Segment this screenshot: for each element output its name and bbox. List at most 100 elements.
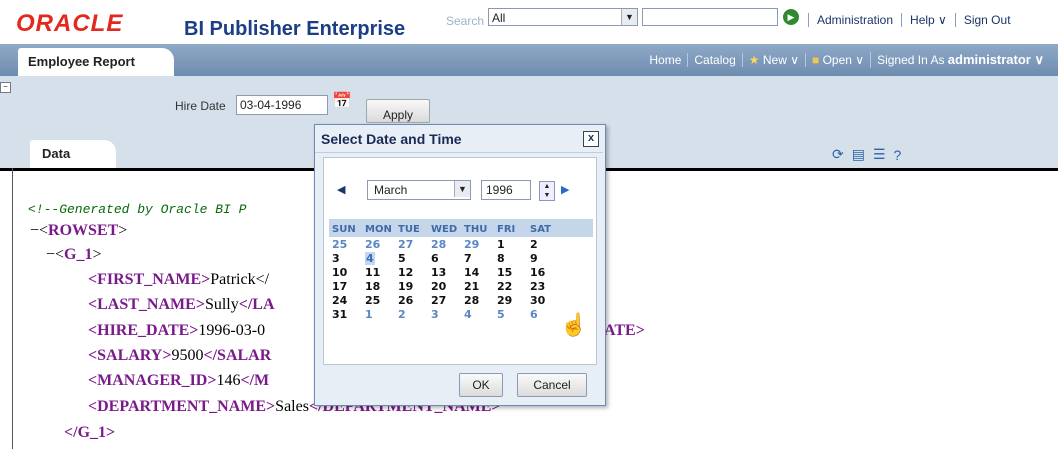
calendar-day[interactable]: 25 — [362, 293, 395, 307]
calendar-day[interactable]: 29 — [494, 293, 527, 307]
help-icon[interactable]: ? — [894, 147, 902, 163]
calendar-day[interactable]: 4 — [362, 251, 395, 265]
open-menu[interactable]: ■ Open ∨ — [804, 53, 870, 67]
calendar-day[interactable]: 23 — [527, 279, 560, 293]
tag-hire-date: HIRE_DATE — [97, 322, 190, 339]
calendar-day[interactable]: 10 — [329, 265, 362, 279]
calendar-day[interactable]: 11 — [362, 265, 395, 279]
collapse-icon[interactable]: − — [0, 82, 11, 93]
calendar-day[interactable]: 3 — [329, 251, 362, 265]
calendar-day[interactable]: 1 — [494, 237, 527, 251]
calendar-day[interactable]: 22 — [494, 279, 527, 293]
search-scope-select[interactable]: All ▼ — [488, 8, 638, 26]
calendar-day[interactable]: 28 — [461, 293, 494, 307]
next-month-icon[interactable]: ▶ — [561, 183, 569, 196]
calendar-icon[interactable]: 📅 — [332, 91, 352, 111]
calendar-day[interactable]: 21 — [461, 279, 494, 293]
help-menu[interactable]: Help ∨ — [901, 13, 955, 27]
calendar-day[interactable]: 9 — [527, 251, 560, 265]
calendar-day[interactable]: 4 — [461, 307, 494, 321]
year-input[interactable]: 1996 — [481, 180, 531, 200]
day-number: 29 — [464, 237, 480, 251]
value-salary: 9500 — [171, 347, 204, 364]
day-number: 3 — [431, 307, 439, 321]
new-menu[interactable]: ★ New ∨ — [741, 53, 805, 67]
calendar-day[interactable]: 12 — [395, 265, 428, 279]
calendar-day[interactable]: 7 — [461, 251, 494, 265]
search-input[interactable] — [642, 8, 778, 26]
calendar-day[interactable]: 19 — [395, 279, 428, 293]
cancel-button[interactable]: Cancel — [517, 373, 587, 397]
tab-employee-report[interactable]: Employee Report — [18, 48, 174, 76]
apply-button[interactable]: Apply — [366, 99, 430, 123]
calendar-day[interactable]: 20 — [428, 279, 461, 293]
calendar-week: 25 26 27 28 29 1 2 — [329, 237, 560, 251]
list-icon[interactable]: ☰ — [873, 146, 886, 163]
value-hire-date: 1996-03-0 — [198, 322, 266, 339]
year-spinner-icon[interactable]: ▲ ▼ — [539, 181, 555, 201]
catalog-link[interactable]: Catalog — [687, 53, 741, 67]
day-number: 14 — [464, 265, 480, 279]
calendar-day[interactable]: 27 — [395, 237, 428, 251]
calendar-day[interactable]: 18 — [362, 279, 395, 293]
calendar-day[interactable]: 25 — [329, 237, 362, 251]
sign-out-link[interactable]: Sign Out — [954, 13, 1019, 27]
day-number: 18 — [365, 279, 381, 293]
administration-link[interactable]: Administration — [808, 13, 901, 27]
calendar-day[interactable]: 2 — [395, 307, 428, 321]
day-number: 6 — [530, 307, 538, 321]
xml-tree-rule — [12, 168, 13, 449]
day-number: 28 — [431, 237, 447, 251]
weekday-header: THU — [464, 223, 488, 235]
calendar-day[interactable]: 15 — [494, 265, 527, 279]
weekday-header: TUE — [398, 223, 420, 235]
xml-salary: <SALARY>9500</SALAR — [88, 347, 272, 364]
calendar-day[interactable]: 5 — [494, 307, 527, 321]
xml-hire-date-close: ATE> — [604, 322, 645, 340]
day-number: 1 — [497, 237, 505, 251]
chevron-down-icon[interactable]: ▼ — [621, 9, 637, 25]
close-icon[interactable]: x — [583, 131, 599, 147]
day-number: 15 — [497, 265, 513, 279]
calendar-day[interactable]: 31 — [329, 307, 362, 321]
month-select[interactable]: March ▼ — [367, 180, 471, 200]
home-link[interactable]: Home — [643, 53, 687, 67]
search-go-icon[interactable]: ▶ — [783, 9, 799, 25]
calendar-day[interactable]: 29 — [461, 237, 494, 251]
calendar-day[interactable]: 26 — [395, 293, 428, 307]
export-icon[interactable]: ▤ — [852, 146, 865, 163]
day-number: 1 — [365, 307, 373, 321]
calendar-day[interactable]: 3 — [428, 307, 461, 321]
tab-data[interactable]: Data — [30, 140, 116, 168]
calendar-day[interactable]: 8 — [494, 251, 527, 265]
calendar-day[interactable]: 16 — [527, 265, 560, 279]
tag-department: DEPARTMENT_NAME — [97, 398, 267, 415]
calendar-day[interactable]: 6 — [527, 307, 560, 321]
hire-date-input[interactable]: 03-04-1996 — [236, 95, 328, 115]
calendar-day[interactable]: 24 — [329, 293, 362, 307]
calendar-day[interactable]: 28 — [428, 237, 461, 251]
calendar-day[interactable]: 5 — [395, 251, 428, 265]
calendar-day[interactable]: 13 — [428, 265, 461, 279]
prev-month-icon[interactable]: ◀ — [337, 183, 345, 196]
signed-in-label: Signed In As — [877, 53, 945, 67]
close-salary: </SALAR — [203, 347, 272, 364]
calendar-day[interactable]: 2 — [527, 237, 560, 251]
value-department: Sales — [275, 398, 309, 415]
calendar-day[interactable]: 27 — [428, 293, 461, 307]
calendar-day[interactable]: 26 — [362, 237, 395, 251]
calendar-day[interactable]: 6 — [428, 251, 461, 265]
day-number: 11 — [365, 265, 381, 279]
user-menu[interactable]: administrator ∨ — [948, 52, 1044, 67]
ok-button[interactable]: OK — [459, 373, 503, 397]
chevron-down-icon[interactable]: ▼ — [454, 181, 470, 197]
day-number: 12 — [398, 265, 414, 279]
calendar-day[interactable]: 30 — [527, 293, 560, 307]
xml-comment: <!--Generated by Oracle BI P — [28, 202, 247, 217]
app-title: BI Publisher Enterprise — [184, 18, 406, 40]
day-number: 19 — [398, 279, 414, 293]
calendar-day[interactable]: 17 — [329, 279, 362, 293]
calendar-day[interactable]: 1 — [362, 307, 395, 321]
calendar-day[interactable]: 14 — [461, 265, 494, 279]
refresh-icon[interactable]: ⟳ — [832, 146, 844, 163]
